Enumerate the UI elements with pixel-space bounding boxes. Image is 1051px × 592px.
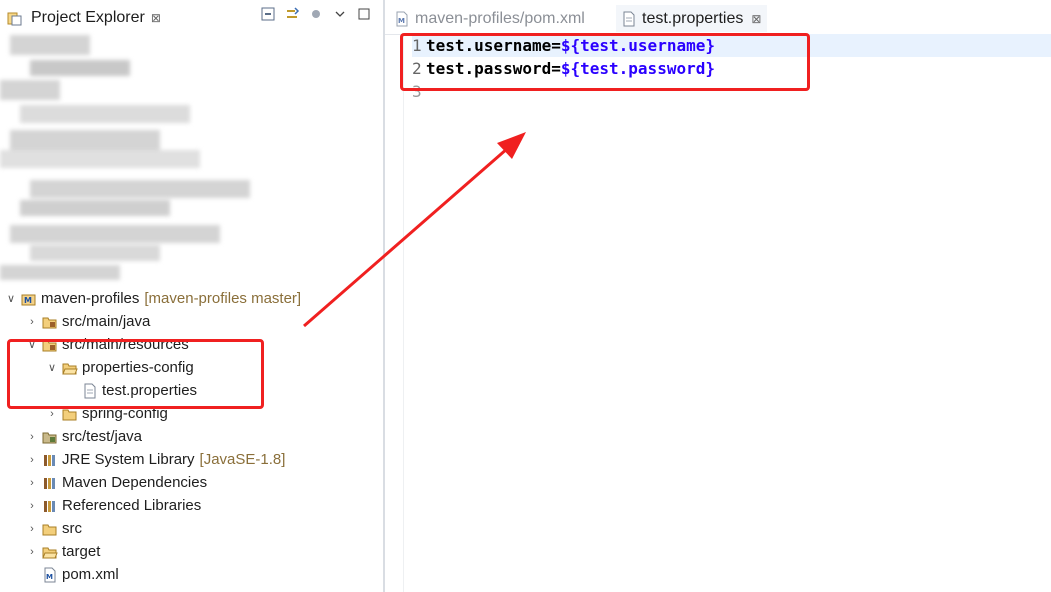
tree-item-label: src [62,520,82,537]
tab-test-properties[interactable]: test.properties ⊠ [616,5,768,32]
line-number: 3 [412,82,422,101]
tree-item-label: src/test/java [62,428,143,445]
library-icon [42,498,58,514]
code-line[interactable]: 1 test.username= ${test.username} [412,34,1051,57]
maven-xml-icon: M [42,567,58,583]
line-number: 1 [412,36,422,55]
project-explorer-title: Project Explorer [31,8,145,26]
tree-item-label: src/main/java [62,313,151,330]
tree-item-label: test.properties [102,382,198,399]
project-explorer-panel: Project Explorer ⊠ ∨ M maven-profiles [m… [0,0,383,592]
open-folder-icon [42,544,58,560]
svg-text:M: M [46,573,53,581]
tree-item-pom-xml[interactable]: M pom.xml [25,563,119,586]
tree-project-row[interactable]: ∨ M maven-profiles [maven-profiles maste… [4,287,301,310]
chevron-right-icon[interactable]: › [25,500,39,512]
editor-ruler [385,35,404,592]
chevron-right-icon[interactable]: › [25,523,39,535]
tree-item-label: pom.xml [62,566,119,583]
library-icon [42,475,58,491]
tree-item-properties-config[interactable]: ∨ properties-config [45,356,194,379]
view-menu-icon[interactable] [333,7,347,21]
tab-label: maven-profiles/pom.xml [415,9,585,27]
blurred-content [0,30,260,290]
properties-file-icon [622,11,638,27]
tree-item-label: JRE System Library [62,451,195,468]
chevron-right-icon[interactable]: › [45,408,59,420]
tree-item-maven-dependencies[interactable]: › Maven Dependencies [25,471,207,494]
tree-item-label: properties-config [82,359,194,376]
chevron-right-icon[interactable]: › [25,454,39,466]
property-key: test.username= [426,36,561,55]
folder-icon [42,521,58,537]
tree-item-target[interactable]: › target [25,540,100,563]
source-folder-icon [42,337,58,353]
property-key: test.password= [426,59,561,78]
tab-pom-xml[interactable]: M maven-profiles/pom.xml [395,5,585,32]
tree-item-label: target [62,543,101,560]
maven-xml-icon: M [395,11,411,27]
link-with-editor-icon[interactable] [285,7,300,21]
tree-item-label: Maven Dependencies [62,474,208,491]
chevron-right-icon[interactable]: › [25,477,39,489]
code-line[interactable]: 3 [412,80,1051,103]
chevron-right-icon[interactable]: › [25,316,39,328]
project-explorer-tab[interactable]: Project Explorer ⊠ [0,5,161,30]
close-icon[interactable]: ⊠ [151,11,161,25]
tree-item-src-main-java[interactable]: › src/main/java [25,310,150,333]
chevron-down-icon[interactable]: ∨ [4,292,18,305]
folder-icon [62,406,78,422]
project-name: maven-profiles [41,290,140,307]
git-decoration: [maven-profiles master] [144,290,302,307]
chevron-right-icon[interactable]: › [25,431,39,443]
open-folder-icon [62,360,78,376]
test-source-folder-icon [42,429,58,445]
tree-item-referenced-libraries[interactable]: › Referenced Libraries [25,494,201,517]
project-explorer-icon [7,10,23,26]
code-line[interactable]: 2 test.password= ${test.password} [412,57,1051,80]
svg-text:M: M [398,17,405,25]
tree-item-src[interactable]: › src [25,517,82,540]
tree-item-src-main-resources[interactable]: ∨ src/main/resources [25,333,189,356]
tab-label: test.properties [642,9,744,27]
tree-item-spring-config[interactable]: › spring-config [45,402,168,425]
editor-text[interactable]: 1 test.username= ${test.username} 2 test… [412,34,1051,103]
minimize-icon[interactable] [357,7,371,21]
property-value: ${test.username} [560,36,715,55]
library-icon [42,452,58,468]
source-folder-icon [42,314,58,330]
chevron-down-icon[interactable]: ∨ [25,338,39,351]
tree-item-label: src/main/resources [62,336,189,353]
property-value: ${test.password} [560,59,715,78]
tree-item-label: spring-config [82,405,168,422]
maven-project-icon: M [21,291,37,307]
editor-area: M maven-profiles/pom.xml test.properties… [385,0,1051,592]
chevron-down-icon[interactable]: ∨ [45,361,59,374]
tree-item-src-test-java[interactable]: › src/test/java [25,425,142,448]
svg-text:M: M [24,296,32,305]
tree-item-jre-system-library[interactable]: › JRE System Library [JavaSE-1.8] [25,448,285,471]
close-icon[interactable]: ⊠ [751,12,761,26]
chevron-right-icon[interactable]: › [25,546,39,558]
line-number: 2 [412,59,422,78]
filter-icon[interactable] [309,7,323,21]
tree-item-test-properties[interactable]: test.properties [65,379,197,402]
view-toolbar [261,7,371,21]
editor-tab-bar: M maven-profiles/pom.xml test.properties… [385,0,1051,35]
collapse-all-icon[interactable] [261,7,275,21]
tree-item-label: Referenced Libraries [62,497,202,514]
jre-decoration: [JavaSE-1.8] [199,451,286,468]
properties-file-icon [82,383,98,399]
